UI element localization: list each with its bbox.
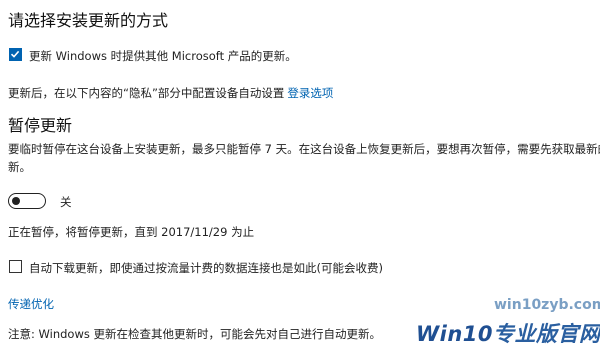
section-title: 请选择安装更新的方式: [8, 11, 169, 30]
checkmark-icon: [10, 50, 20, 58]
login-options-link[interactable]: 登录选项: [287, 86, 333, 100]
privacy-settings-text: 更新后，在以下内容的“隐私”部分中配置设备自动设置 登录选项: [8, 85, 333, 101]
toggle-knob: [12, 196, 20, 205]
metered-download-label: 自动下载更新，即使通过按流量计费的数据连接也是如此(可能会收费): [29, 261, 383, 275]
pause-updates-title: 暂停更新: [8, 116, 73, 135]
privacy-settings-label: 更新后，在以下内容的“隐私”部分中配置设备自动设置: [8, 86, 285, 100]
microsoft-products-label: 更新 Windows 时提供其他 Microsoft 产品的更新。: [29, 49, 297, 63]
pause-updates-toggle[interactable]: [8, 193, 46, 209]
watermark-logo: Win10专业版官网: [416, 318, 600, 348]
delivery-optimization-link[interactable]: 传递优化: [8, 296, 54, 312]
watermark-url: win10zyb.com: [494, 297, 600, 313]
watermark-logo-text: 专业版官网: [493, 322, 600, 346]
pause-description-line1: 要临时暂停在这台设备上安装更新，最多只能暂停 7 天。在这台设备上恢复更新后，要…: [8, 142, 600, 156]
microsoft-products-checkbox[interactable]: [9, 48, 22, 61]
metered-download-checkbox[interactable]: [9, 260, 22, 273]
watermark-logo-win10: Win10: [416, 322, 494, 346]
toggle-state-label: 关: [60, 195, 72, 209]
paused-status-text: 正在暂停，将暂停更新，直到 2017/11/29 为止: [8, 225, 255, 239]
pause-description-line2: 新。: [8, 160, 31, 174]
update-note-text: 注意: Windows 更新在检查其他更新时，可能会先对自己进行自动更新。: [8, 327, 382, 341]
